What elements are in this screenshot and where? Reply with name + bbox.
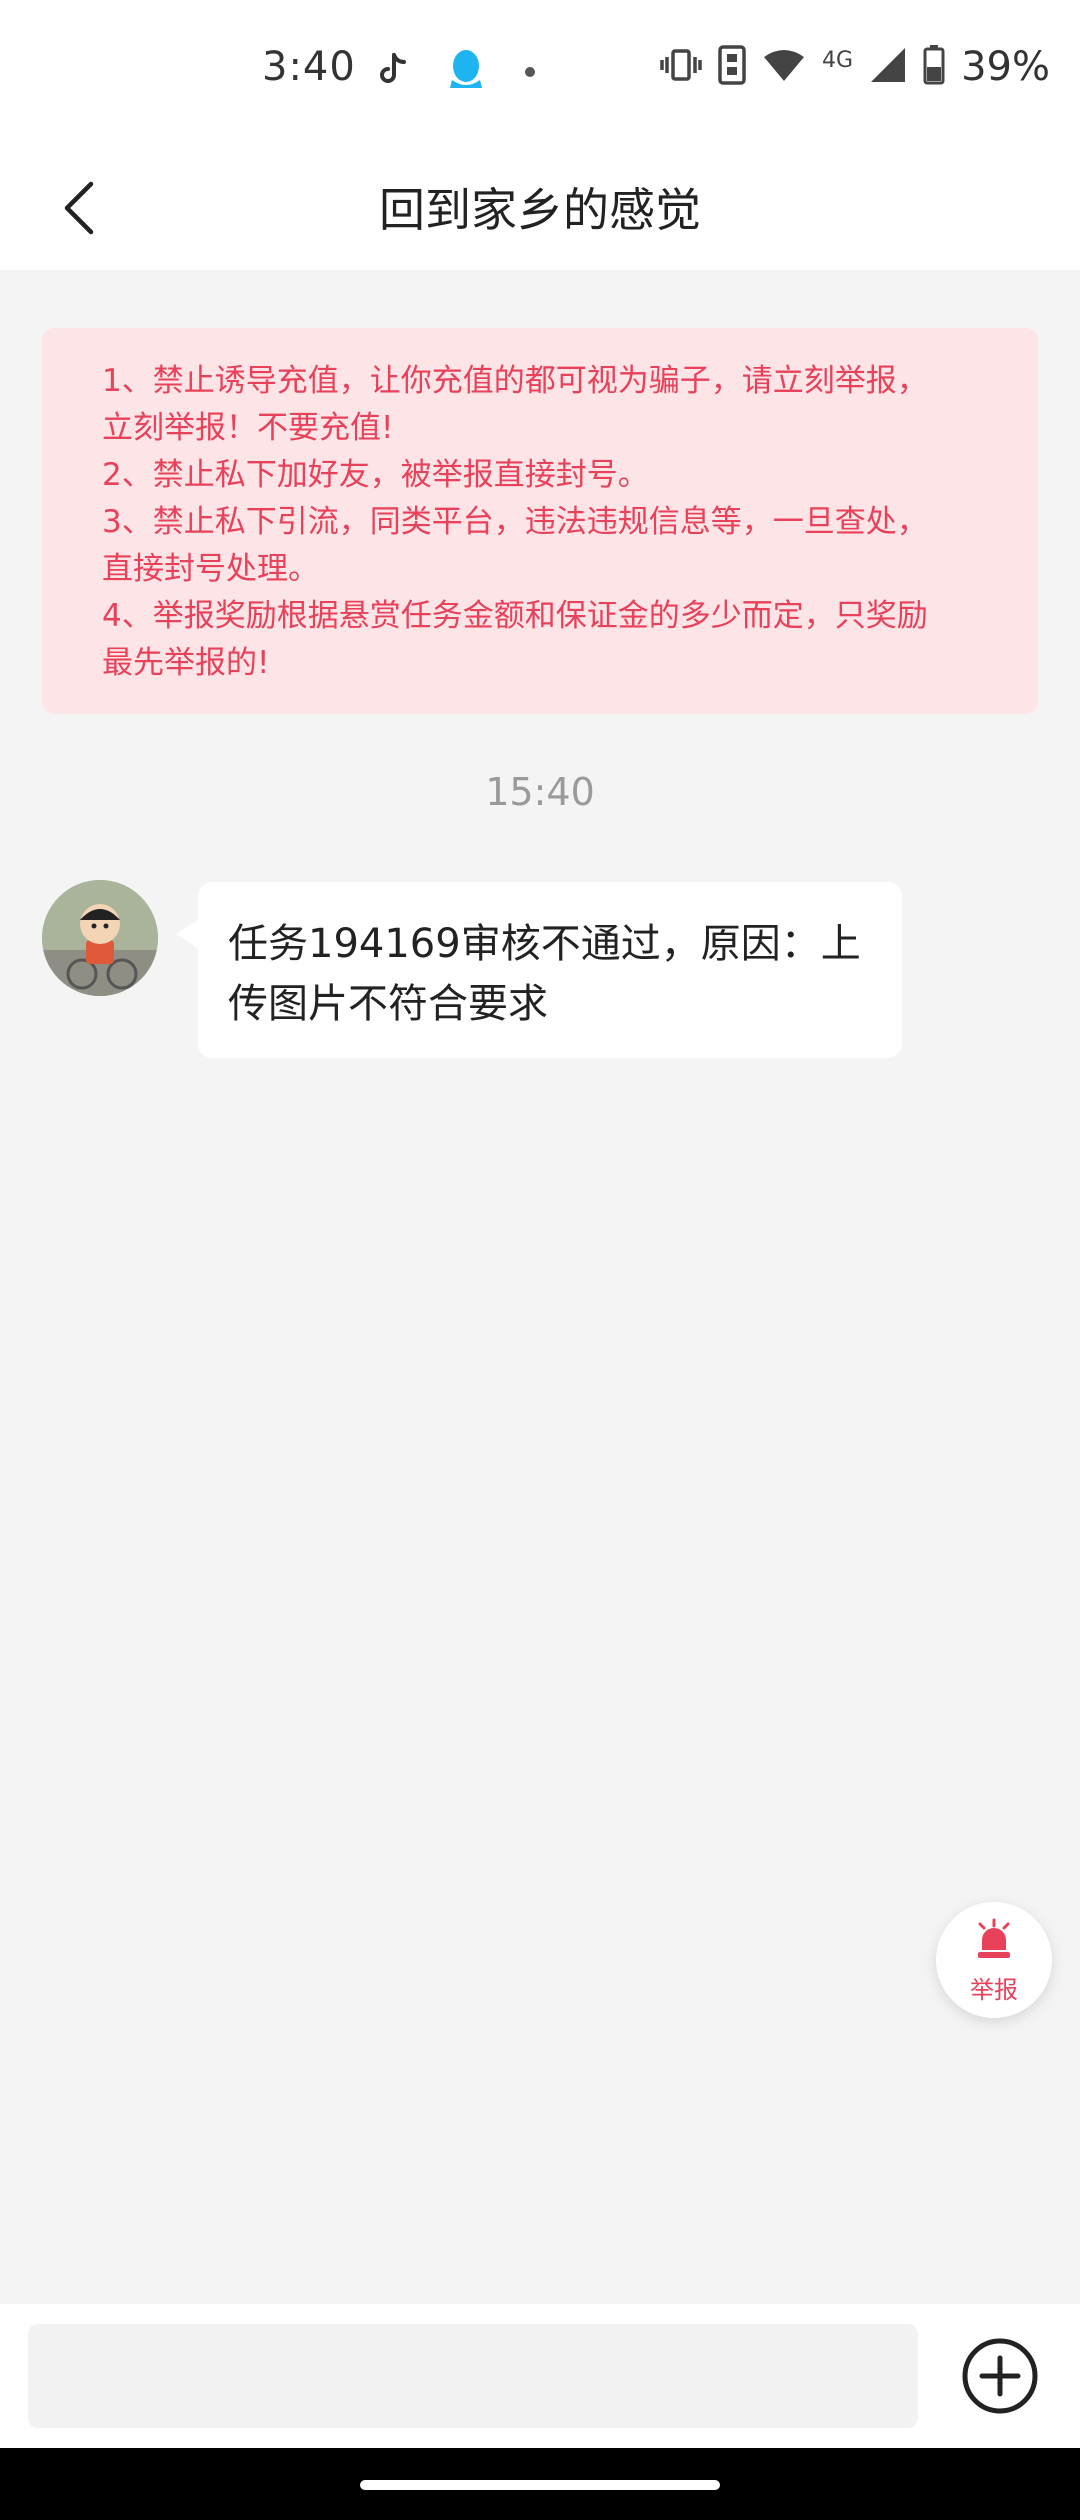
alarm-icon: [972, 1916, 1016, 1966]
dot-icon: [524, 63, 536, 82]
system-nav-bar: [0, 2448, 1080, 2520]
notice-line: 立刻举报！不要充值!: [102, 410, 394, 446]
screen: 3:40 4G 39% 回到家乡的感觉 1、禁止诱导充值，让你充值的都可视为骗子…: [0, 0, 1080, 2520]
page-title: 回到家乡的感觉: [379, 183, 701, 237]
chat-timestamp: 15:40: [485, 770, 595, 814]
report-button[interactable]: 举报: [936, 1902, 1052, 2018]
home-indicator[interactable]: [360, 2480, 720, 2490]
status-time: 3:40: [262, 44, 356, 90]
sim-icon: [718, 45, 746, 89]
add-button[interactable]: [960, 2336, 1040, 2416]
notice-line: 1、禁止诱导充值，让你充值的都可视为骗子，请立刻举报，: [102, 363, 928, 399]
message-bubble[interactable]: 任务194169审核不通过，原因：上 传图片不符合要求: [176, 882, 902, 1058]
vibrate-icon: [660, 47, 702, 87]
notice-line: 4、举报奖励根据悬赏任务金额和保证金的多少而定，只奖励: [102, 598, 928, 634]
message-text-line: 任务194169审核不通过，原因：上: [228, 921, 861, 967]
composer-bar: [0, 2304, 1080, 2448]
message-input[interactable]: [28, 2324, 918, 2428]
avatar[interactable]: [42, 880, 158, 996]
header: 回到家乡的感觉: [0, 150, 1080, 270]
wifi-icon: [762, 47, 806, 87]
signal-icon: [869, 46, 907, 88]
notice-line: 最先举报的!: [102, 645, 270, 681]
battery-percent: 39%: [961, 44, 1050, 90]
status-bar: 3:40 4G 39%: [0, 0, 1080, 150]
notice-line: 3、禁止私下引流，同类平台，违法违规信息等，一旦查处，: [102, 504, 928, 540]
notice-line: 2、禁止私下加好友，被举报直接封号。: [102, 457, 649, 493]
notification-icons: [378, 48, 536, 96]
battery-icon: [923, 45, 945, 89]
notice-line: 直接封号处理。: [102, 551, 319, 587]
status-right: 4G 39%: [660, 44, 1050, 90]
warning-notice: 1、禁止诱导充值，让你充值的都可视为骗子，请立刻举报， 立刻举报！不要充值! 2…: [42, 328, 1038, 714]
qq-icon: [446, 48, 486, 96]
message-text-line: 传图片不符合要求: [228, 981, 548, 1027]
tiktok-icon: [378, 53, 408, 91]
plus-circle-icon: [960, 2338, 1040, 2420]
report-label: 举报: [970, 1976, 1018, 2004]
network-type: 4G: [822, 47, 854, 73]
